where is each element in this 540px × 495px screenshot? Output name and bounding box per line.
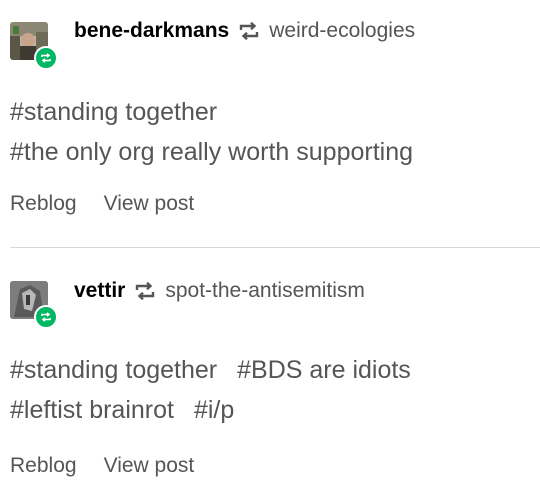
reblog-icon (238, 20, 260, 42)
tag-link[interactable]: #standing together (10, 92, 217, 132)
reblog-icon (134, 280, 156, 302)
username-link[interactable]: vettir (74, 279, 125, 303)
tag-link[interactable]: #leftist brainrot (10, 390, 174, 430)
post-header: vettir spot-the-antisemitism (74, 276, 365, 306)
tag-list: #standing together #BDS are idiots #lefti… (10, 350, 530, 430)
tag-list: #standing together #the only org really … (10, 92, 530, 172)
reblog-badge-icon (34, 305, 58, 329)
reblogged-from-link[interactable]: weird-ecologies (269, 19, 415, 43)
username-link[interactable]: bene-darkmans (74, 19, 229, 43)
view-post-link[interactable]: View post (104, 454, 195, 478)
post: vettir spot-the-antisemitism #standing t… (0, 248, 540, 495)
post-actions: Reblog View post (10, 192, 194, 216)
reblog-badge-icon (34, 46, 58, 70)
avatar-group[interactable] (10, 22, 58, 70)
tag-link[interactable]: #the only org really worth supporting (10, 132, 413, 172)
tag-link[interactable]: #i/p (194, 390, 234, 430)
avatar-group[interactable] (10, 281, 58, 329)
post-actions: Reblog View post (10, 454, 194, 478)
post: bene-darkmans weird-ecologies #standing … (0, 0, 540, 248)
reblogged-from-link[interactable]: spot-the-antisemitism (165, 279, 365, 303)
post-header: bene-darkmans weird-ecologies (74, 16, 415, 46)
reblog-button[interactable]: Reblog (10, 192, 77, 216)
tag-link[interactable]: #standing together (10, 350, 217, 390)
reblog-button[interactable]: Reblog (10, 454, 77, 478)
view-post-link[interactable]: View post (104, 192, 195, 216)
tag-link[interactable]: #BDS are idiots (237, 350, 411, 390)
